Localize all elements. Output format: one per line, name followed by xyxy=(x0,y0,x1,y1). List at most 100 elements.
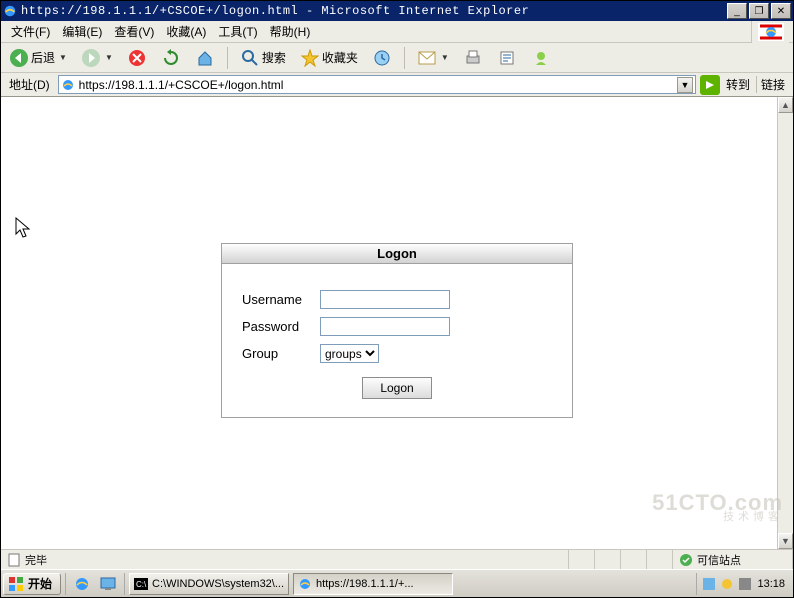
links-label[interactable]: 链接 xyxy=(756,76,789,93)
status-pane xyxy=(647,550,673,569)
print-button[interactable] xyxy=(459,46,487,70)
quick-launch xyxy=(65,573,125,595)
status-pane xyxy=(595,550,621,569)
logon-form: Username Password Group groups Logon xyxy=(222,264,572,417)
desktop-icon[interactable] xyxy=(98,574,118,594)
address-field[interactable]: ▼ xyxy=(58,75,696,94)
favorites-label: 收藏夹 xyxy=(322,49,358,66)
username-label: Username xyxy=(242,292,320,307)
window-title: https://198.1.1.1/+CSCOE+/logon.html - M… xyxy=(21,4,727,18)
history-button[interactable] xyxy=(368,46,396,70)
clock: 13:18 xyxy=(757,578,785,590)
separator xyxy=(227,47,228,69)
menu-view[interactable]: 查看(V) xyxy=(108,20,160,43)
chevron-down-icon: ▼ xyxy=(59,53,67,62)
menu-help[interactable]: 帮助(H) xyxy=(264,20,317,43)
tray-icon[interactable] xyxy=(739,578,751,590)
cmd-icon: C:\ xyxy=(134,577,148,591)
logon-panel: Logon Username Password Group groups Log… xyxy=(221,243,573,418)
security-zone: 可信站点 xyxy=(673,550,793,569)
scroll-down-button[interactable]: ▼ xyxy=(778,533,793,549)
edit-icon xyxy=(497,48,517,68)
watermark: 51CTO.com 技术博客 xyxy=(652,493,783,523)
menubar: 文件(F) 编辑(E) 查看(V) 收藏(A) 工具(T) 帮助(H) xyxy=(1,21,793,43)
print-icon xyxy=(463,48,483,68)
separator xyxy=(404,47,405,69)
mail-button[interactable]: ▼ xyxy=(413,46,453,70)
mail-icon xyxy=(417,48,437,68)
browser-window: https://198.1.1.1/+CSCOE+/logon.html - M… xyxy=(0,0,794,598)
tray-icon[interactable] xyxy=(721,578,733,590)
url-input[interactable] xyxy=(79,78,673,92)
forward-button[interactable]: ▼ xyxy=(77,46,117,70)
stop-icon xyxy=(127,48,147,68)
stop-button[interactable] xyxy=(123,46,151,70)
zone-label: 可信站点 xyxy=(697,552,741,568)
toolbar: 后退 ▼ ▼ 搜索 收藏夹 ▼ xyxy=(1,43,793,73)
back-button[interactable]: 后退 ▼ xyxy=(5,46,71,70)
chevron-down-icon: ▼ xyxy=(105,53,113,62)
windows-icon xyxy=(8,576,24,592)
refresh-icon xyxy=(161,48,181,68)
vertical-scrollbar[interactable]: ▲ ▼ xyxy=(777,97,793,549)
logon-button[interactable]: Logon xyxy=(362,377,432,399)
status-pane xyxy=(621,550,647,569)
logon-title: Logon xyxy=(222,244,572,264)
taskbar-item-cmd[interactable]: C:\ C:\WINDOWS\system32\... xyxy=(129,573,289,595)
favorites-button[interactable]: 收藏夹 xyxy=(296,46,362,70)
addressbar: 地址(D) ▼ 转到 链接 xyxy=(1,73,793,97)
refresh-button[interactable] xyxy=(157,46,185,70)
menu-favorites[interactable]: 收藏(A) xyxy=(160,20,212,43)
group-label: Group xyxy=(242,346,320,361)
menu-file[interactable]: 文件(F) xyxy=(5,20,56,43)
address-label: 地址(D) xyxy=(5,76,54,93)
messenger-button[interactable] xyxy=(527,46,555,70)
search-icon xyxy=(240,48,260,68)
messenger-icon xyxy=(531,48,551,68)
password-input[interactable] xyxy=(320,317,450,336)
home-icon xyxy=(195,48,215,68)
cursor-icon xyxy=(15,217,31,239)
ie-icon xyxy=(298,577,312,591)
back-label: 后退 xyxy=(31,49,55,66)
home-button[interactable] xyxy=(191,46,219,70)
scroll-track[interactable] xyxy=(778,113,793,533)
username-input[interactable] xyxy=(320,290,450,309)
menu-edit[interactable]: 编辑(E) xyxy=(56,20,108,43)
scroll-up-button[interactable]: ▲ xyxy=(778,97,793,113)
edit-button[interactable] xyxy=(493,46,521,70)
statusbar: 完毕 可信站点 xyxy=(1,549,793,569)
system-tray: 13:18 xyxy=(696,573,791,595)
titlebar: https://198.1.1.1/+CSCOE+/logon.html - M… xyxy=(1,1,793,21)
menu-tools[interactable]: 工具(T) xyxy=(212,20,263,43)
start-button[interactable]: 开始 xyxy=(3,573,61,595)
restore-button[interactable]: ❐ xyxy=(749,3,769,19)
status-done-label: 完毕 xyxy=(25,552,47,568)
password-label: Password xyxy=(242,319,320,334)
forward-icon xyxy=(81,48,101,68)
taskbar: 开始 C:\ C:\WINDOWS\system32\... https://1… xyxy=(1,569,793,597)
page-icon xyxy=(7,553,21,567)
ie-icon xyxy=(3,4,17,18)
status-pane xyxy=(569,550,595,569)
chevron-down-icon: ▼ xyxy=(441,53,449,62)
task-label: C:\WINDOWS\system32\... xyxy=(152,578,284,590)
close-button[interactable]: ✕ xyxy=(771,3,791,19)
page-icon xyxy=(61,78,75,92)
history-icon xyxy=(372,48,392,68)
start-label: 开始 xyxy=(28,575,52,592)
minimize-button[interactable]: _ xyxy=(727,3,747,19)
status-text: 完毕 xyxy=(1,550,569,569)
trusted-icon xyxy=(679,553,693,567)
search-label: 搜索 xyxy=(262,49,286,66)
taskbar-item-ie[interactable]: https://198.1.1.1/+... xyxy=(293,573,453,595)
window-buttons: _ ❐ ✕ xyxy=(727,3,791,19)
go-button[interactable] xyxy=(700,75,720,95)
url-dropdown[interactable]: ▼ xyxy=(677,77,693,93)
task-label: https://198.1.1.1/+... xyxy=(316,578,414,590)
search-button[interactable]: 搜索 xyxy=(236,46,290,70)
group-select[interactable]: groups xyxy=(320,344,379,363)
tray-icon[interactable] xyxy=(703,578,715,590)
ie-throbber xyxy=(751,21,789,43)
ie-icon[interactable] xyxy=(72,574,92,594)
